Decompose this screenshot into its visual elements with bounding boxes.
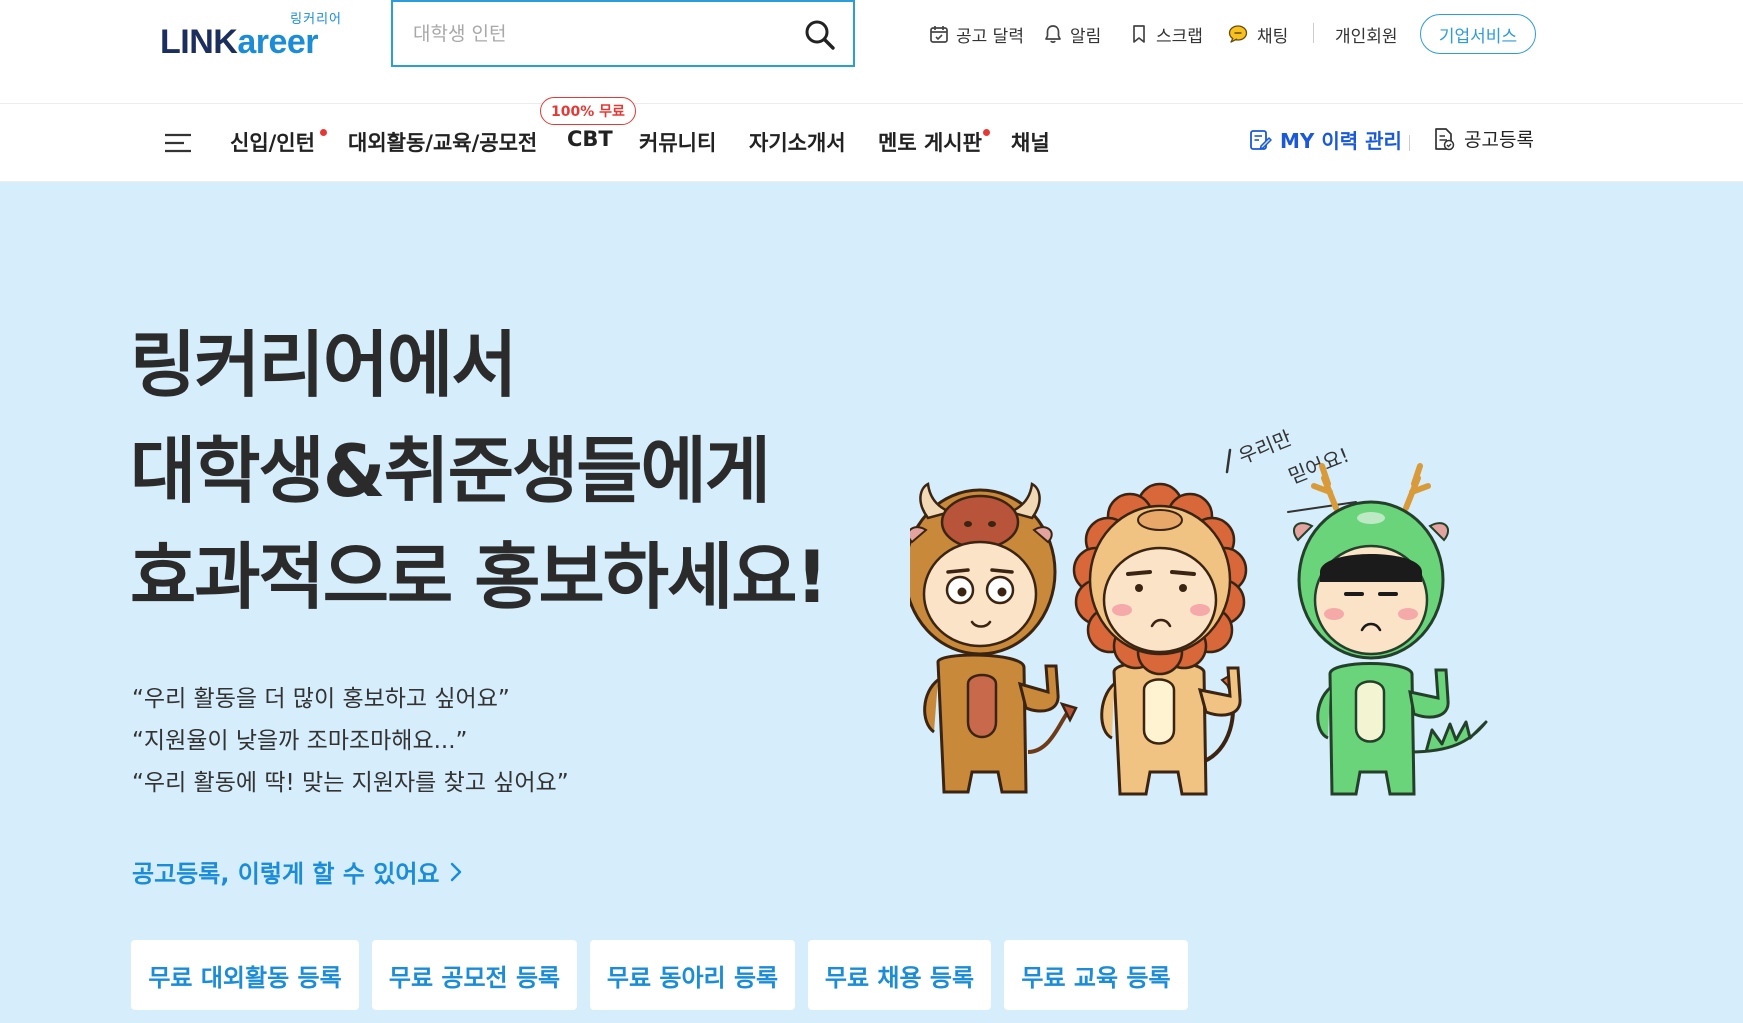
post-job-label: 공고등록 xyxy=(1464,129,1534,151)
hero-quotes: “우리 활동을 더 많이 홍보하고 싶어요” “지원율이 낮을까 조마조마해요.… xyxy=(132,678,569,804)
calendar-link[interactable]: 공고 달력 xyxy=(929,21,1024,47)
bookmark-icon xyxy=(1133,25,1145,43)
headline-line: 링커리어에서 xyxy=(130,323,517,407)
mascot-illustration: 우리만 믿어요! xyxy=(910,426,1488,796)
logo-wordmark-link: LINK xyxy=(160,23,238,61)
quote-line: “우리 활동을 더 많이 홍보하고 싶어요” xyxy=(132,686,510,712)
business-service-button[interactable]: 기업서비스 xyxy=(1420,14,1536,54)
headline-line: 효과적으로 홍보하세요! xyxy=(130,535,828,619)
new-dot xyxy=(983,129,990,136)
nav-item-community[interactable]: 커뮤니티 xyxy=(639,127,716,157)
hero-headline: 링커리어에서 대학생&취준생들에게 효과적으로 홍보하세요! xyxy=(130,312,828,630)
bell-icon xyxy=(1045,25,1061,43)
main-navigation: 신입/인턴 대외활동/교육/공모전 100% 무료 CBT 커뮤니티 자기소개서… xyxy=(0,97,1743,181)
logo-wordmark-areer: areer xyxy=(237,23,319,61)
register-button-group: 무료 대외활동 등록 무료 공모전 등록 무료 동아리 등록 무료 채용 등록 … xyxy=(131,940,1188,1010)
quote-line: “지원율이 낮을까 조마조마해요...” xyxy=(132,728,468,754)
headline-line: 대학생&취준생들에게 xyxy=(130,429,771,513)
linkareer-logo[interactable]: 링커리어 LINKareer xyxy=(160,8,350,61)
scrap-link[interactable]: 스크랩 xyxy=(1129,21,1203,47)
nav-item-self-intro[interactable]: 자기소개서 xyxy=(749,127,846,157)
new-dot xyxy=(320,129,327,136)
post-job-link[interactable]: 공고등록 xyxy=(1432,125,1534,152)
document-edit-icon xyxy=(1435,127,1455,150)
personal-member-label: 개인회원 xyxy=(1335,26,1398,47)
hamburger-menu-icon[interactable] xyxy=(164,133,192,153)
register-job-button[interactable]: 무료 채용 등록 xyxy=(808,940,991,1010)
scrap-link-label: 스크랩 xyxy=(1156,26,1203,47)
nav-item-label: 멘토 게시판 xyxy=(878,131,982,155)
how-to-register-link[interactable]: 공고등록, 이렇게 할 수 있어요 xyxy=(132,854,462,889)
quote-line: “우리 활동에 딱! 맞는 지원자를 찾고 싶어요” xyxy=(132,770,569,796)
cow-mascot xyxy=(910,482,1078,794)
personal-member-link[interactable]: 개인회원 xyxy=(1335,21,1398,47)
nav-divider xyxy=(1409,135,1410,151)
header-divider xyxy=(1313,23,1314,43)
nav-item-label: 신입/인턴 xyxy=(230,131,315,155)
notification-link[interactable]: 알림 xyxy=(1043,21,1101,47)
lion-mascot xyxy=(1072,482,1248,796)
logo-wordmark: LINKareer xyxy=(160,23,319,62)
nav-item-newcomer-intern[interactable]: 신입/인턴 xyxy=(230,127,327,157)
free-badge: 100% 무료 xyxy=(540,97,636,125)
search-input[interactable] xyxy=(413,16,783,52)
chevron-right-icon xyxy=(450,862,461,881)
top-header: 링커리어 LINKareer 공고 달력 알림 스크랩 xyxy=(0,0,1743,104)
nav-item-mentor-board[interactable]: 멘토 게시판 xyxy=(878,127,990,157)
nav-item-cbt[interactable]: CBT xyxy=(567,127,613,151)
speech-scribble: 우리만 믿어요! xyxy=(1225,426,1357,513)
chat-link-label: 채팅 xyxy=(1257,26,1289,47)
notification-link-label: 알림 xyxy=(1070,26,1102,47)
calendar-link-label: 공고 달력 xyxy=(956,26,1024,47)
search-box xyxy=(391,0,855,67)
speech-line-2: 믿어요! xyxy=(1285,443,1353,489)
speech-line-1: 우리만 xyxy=(1235,426,1295,469)
hero-section: 링커리어에서 대학생&취준생들에게 효과적으로 홍보하세요! “우리 활동을 더… xyxy=(0,182,1743,1023)
dragon-mascot xyxy=(1293,463,1488,796)
my-resume-label: MY 이력 관리 xyxy=(1280,129,1402,153)
nav-item-label: 커뮤니티 xyxy=(639,131,717,155)
search-icon[interactable] xyxy=(803,18,837,52)
nav-item-label: CBT xyxy=(567,127,613,151)
chat-link[interactable]: 채팅 xyxy=(1228,21,1288,47)
nav-item-label: 채널 xyxy=(1011,131,1050,155)
nav-item-channel[interactable]: 채널 xyxy=(1011,127,1050,157)
how-to-register-label: 공고등록, 이렇게 할 수 있어요 xyxy=(132,860,440,888)
my-resume-link[interactable]: MY 이력 관리 xyxy=(1248,125,1402,154)
nav-item-label: 대외활동/교육/공모전 xyxy=(348,131,538,155)
resume-icon xyxy=(1250,129,1272,150)
register-education-button[interactable]: 무료 교육 등록 xyxy=(1004,940,1188,1010)
nav-item-activities[interactable]: 대외활동/교육/공모전 xyxy=(348,127,537,157)
chat-icon xyxy=(1228,25,1248,43)
nav-item-label: 자기소개서 xyxy=(749,131,846,155)
register-contest-button[interactable]: 무료 공모전 등록 xyxy=(372,940,577,1010)
calendar-icon xyxy=(930,26,948,43)
register-club-button[interactable]: 무료 동아리 등록 xyxy=(590,940,795,1010)
register-activity-button[interactable]: 무료 대외활동 등록 xyxy=(131,940,359,1010)
